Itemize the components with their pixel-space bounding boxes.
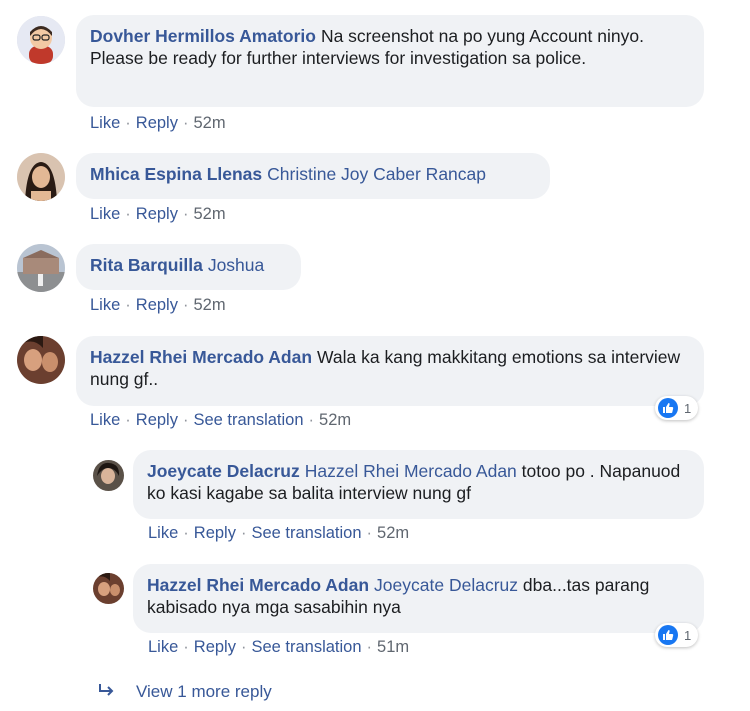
timestamp[interactable]: 51m [377,638,409,656]
avatar[interactable] [17,244,65,292]
thumbs-up-icon [658,398,678,418]
comment-actions: Like · Reply · 52m [90,296,226,314]
comment-author[interactable]: Hazzel Rhei Mercado Adan [90,347,312,367]
comment-bubble: Dovher Hermillos Amatorio Na screenshot n… [76,15,704,107]
avatar[interactable] [17,153,65,201]
see-translation-link[interactable]: See translation [193,411,303,429]
mention-link[interactable]: Joeycate Delacruz [374,575,518,595]
like-link[interactable]: Like [90,114,120,132]
view-more-label: View 1 more reply [136,681,272,701]
reply-link[interactable]: Reply [194,524,236,542]
comment-author[interactable]: Rita Barquilla [90,255,203,275]
avatar[interactable] [93,460,124,491]
comment-bubble: Hazzel Rhei Mercado Adan Wala ka kang mak… [76,336,704,406]
comment-actions: Like · Reply · See translation · 52m [90,411,352,429]
like-link[interactable]: Like [90,296,120,314]
comment-author[interactable]: Hazzel Rhei Mercado Adan [147,575,369,595]
like-link[interactable]: Like [90,205,120,223]
comment-actions: Like · Reply · 52m [90,114,226,132]
comment-bubble: Joeycate Delacruz Hazzel Rhei Mercado Ada… [133,450,704,519]
timestamp[interactable]: 52m [319,411,351,429]
reply-link[interactable]: Reply [136,114,178,132]
comment-author[interactable]: Mhica Espina Llenas [90,164,262,184]
reaction-count: 1 [684,400,692,416]
timestamp[interactable]: 52m [193,114,225,132]
thumbs-up-icon [658,625,678,645]
see-translation-link[interactable]: See translation [251,638,361,656]
comment-bubble: Hazzel Rhei Mercado Adan Joeycate Delacru… [133,564,704,633]
avatar[interactable] [17,16,65,64]
comment-bubble: Mhica Espina Llenas Christine Joy Caber R… [76,153,550,199]
see-translation-link[interactable]: See translation [251,524,361,542]
timestamp[interactable]: 52m [193,205,225,223]
reply-link[interactable]: Reply [136,205,178,223]
avatar[interactable] [93,573,124,604]
reply-link[interactable]: Reply [136,296,178,314]
comment-actions: Like · Reply · See translation · 52m [148,524,410,542]
like-link[interactable]: Like [148,524,178,542]
mention-link[interactable]: Christine Joy Caber Rancap [267,164,486,184]
timestamp[interactable]: 52m [377,524,409,542]
comment-author[interactable]: Joeycate Delacruz [147,461,300,481]
reply-link[interactable]: Reply [136,411,178,429]
comment-author[interactable]: Dovher Hermillos Amatorio [90,26,316,46]
reply-arrow-icon [98,681,116,702]
reply-link[interactable]: Reply [194,638,236,656]
avatar[interactable] [17,336,65,384]
timestamp[interactable]: 52m [193,296,225,314]
view-more-replies-link[interactable]: View 1 more reply [98,681,272,702]
like-link[interactable]: Like [90,411,120,429]
mention-link[interactable]: Hazzel Rhei Mercado Adan [305,461,517,481]
like-link[interactable]: Like [148,638,178,656]
reaction-count: 1 [684,627,692,643]
comment-bubble: Rita Barquilla Joshua [76,244,301,290]
comment-actions: Like · Reply · 52m [90,205,226,223]
reaction-badge[interactable]: 1 [655,396,699,420]
comment-actions: Like · Reply · See translation · 51m [148,638,410,656]
mention-link[interactable]: Joshua [208,255,264,275]
reaction-badge[interactable]: 1 [655,623,699,647]
